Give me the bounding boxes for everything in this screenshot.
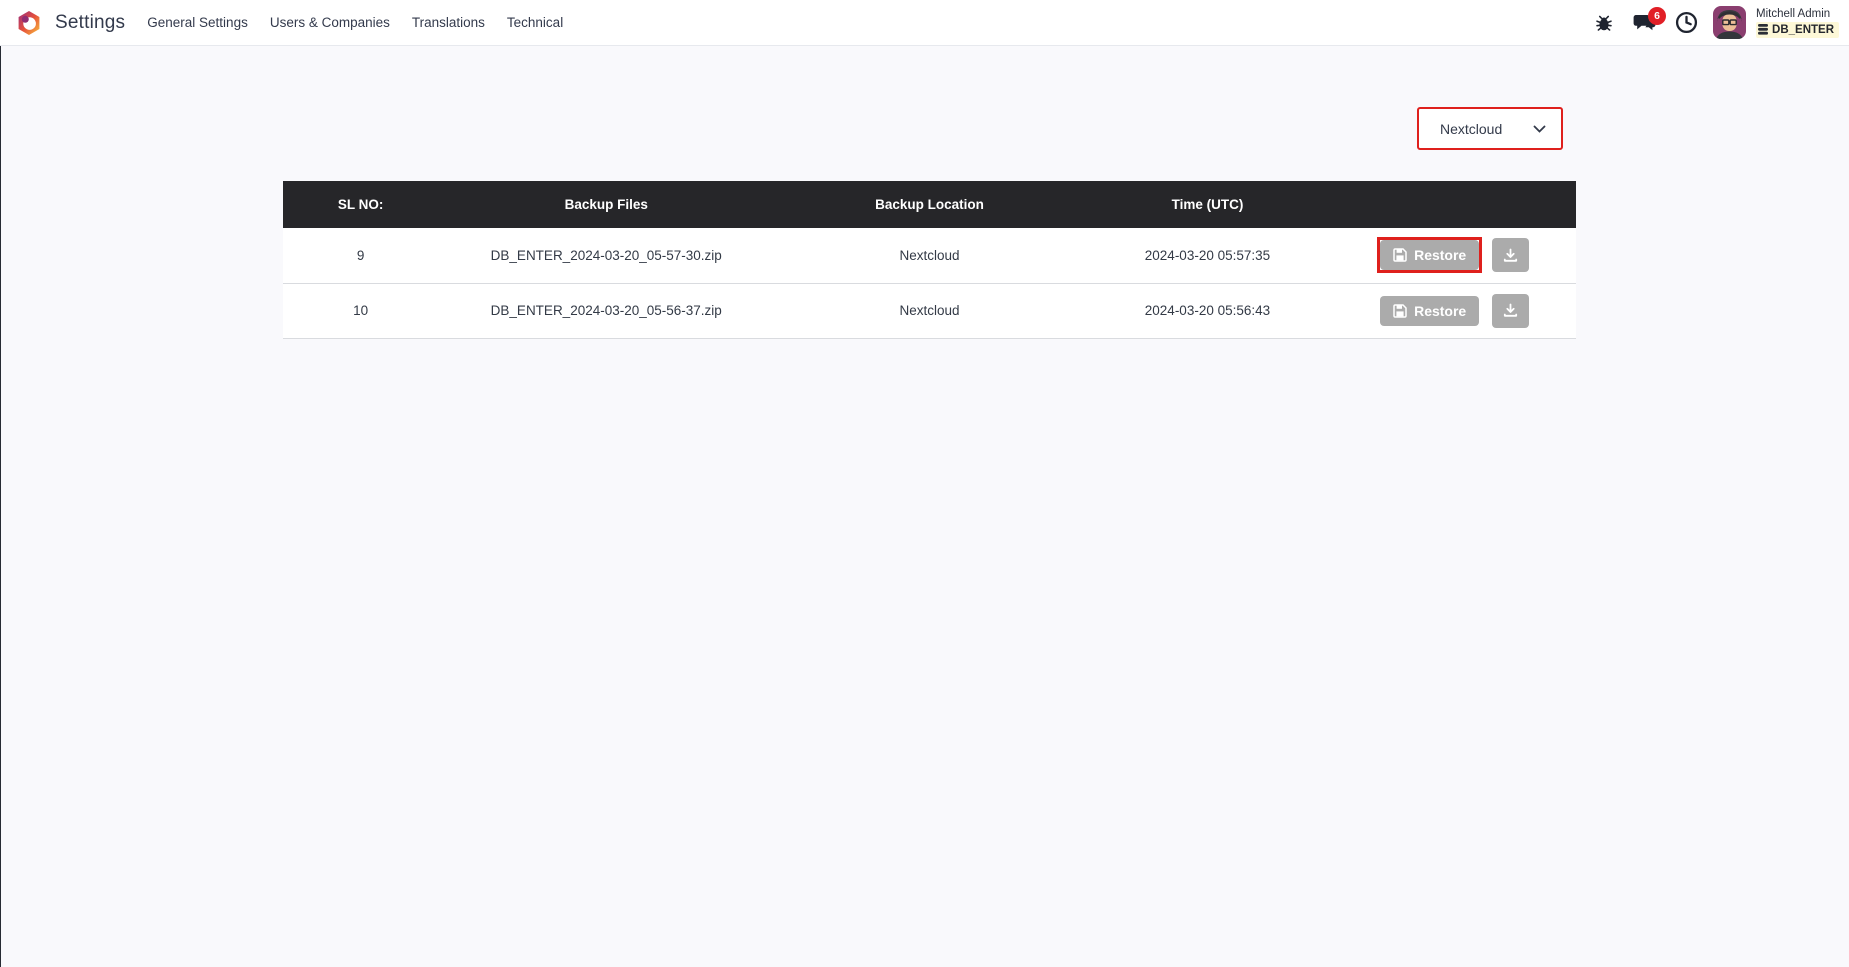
cell-backup-location: Nextcloud [774,283,1085,339]
chevron-down-icon [1533,125,1546,133]
header-actions [1330,181,1576,228]
table-row: 10 DB_ENTER_2024-03-20_05-56-37.zip Next… [283,283,1576,339]
messages-count-badge: 6 [1648,6,1667,25]
backup-location-dropdown-value: Nextcloud [1440,120,1503,137]
download-icon [1504,248,1518,262]
restore-box: Restore [1377,293,1482,329]
table-header-row: SL NO: Backup Files Backup Location Time… [283,181,1576,228]
restore-button-label: Restore [1414,302,1467,319]
content-area: Nextcloud SL NO: Backup Files Backup Loc… [0,46,1849,967]
download-icon [1504,303,1518,317]
save-floppy-icon [1393,303,1407,318]
app-menu-title[interactable]: Settings [55,12,125,34]
cell-time-utc: 2024-03-20 05:56:43 [1084,283,1331,339]
restore-button[interactable]: Restore [1380,295,1480,326]
menu-item-users-companies[interactable]: Users & Companies [270,9,390,36]
restore-button[interactable]: Restore [1380,240,1480,271]
download-button[interactable] [1492,238,1530,273]
cell-backup-file: DB_ENTER_2024-03-20_05-57-30.zip [438,228,775,284]
cell-backup-location: Nextcloud [774,228,1085,284]
menu-item-technical[interactable]: Technical [507,9,563,36]
user-name: Mitchell Admin [1756,8,1831,21]
cell-sl-no: 10 [283,283,439,339]
activities-clock-icon[interactable] [1674,8,1698,38]
cell-actions: Restore [1330,228,1576,284]
database-name: DB_ENTER [1772,23,1834,36]
odoo-window: Settings General Settings Users & Compan… [0,0,1849,967]
header-backup-files: Backup Files [438,181,775,228]
menu-item-translations[interactable]: Translations [412,9,485,36]
header-sl-no: SL NO: [283,181,439,228]
cell-backup-file: DB_ENTER_2024-03-20_05-56-37.zip [438,283,775,339]
odoo-logo[interactable] [16,10,42,36]
user-avatar[interactable] [1713,6,1747,39]
cell-actions: Restore [1330,283,1576,339]
table-row: 9 DB_ENTER_2024-03-20_05-57-30.zip Nextc… [283,228,1576,284]
backup-location-dropdown[interactable]: Nextcloud [1417,107,1563,150]
app-submenu: General Settings Users & Companies Trans… [147,9,563,36]
download-button[interactable] [1492,293,1530,328]
database-badge: DB_ENTER [1756,21,1839,38]
menu-item-general-settings[interactable]: General Settings [147,9,248,36]
restore-highlight-box: Restore [1377,237,1483,274]
save-floppy-icon [1393,248,1407,262]
header-backup-location: Backup Location [774,181,1085,228]
cell-sl-no: 9 [283,228,439,284]
backup-table-container: SL NO: Backup Files Backup Location Time… [283,181,1576,339]
cell-time-utc: 2024-03-20 05:57:35 [1084,228,1331,284]
database-icon [1758,24,1769,35]
header-time-utc: Time (UTC) [1084,181,1331,228]
debug-bug-icon[interactable] [1592,8,1616,38]
messages-chat-icon[interactable]: 6 [1633,6,1667,38]
top-navbar: Settings General Settings Users & Compan… [0,0,1849,46]
backup-table: SL NO: Backup Files Backup Location Time… [283,181,1576,339]
restore-button-label: Restore [1414,247,1467,264]
odoo-hexagon-logo-icon [18,10,40,35]
user-menu[interactable]: Mitchell Admin DB_ENTER [1756,7,1839,38]
